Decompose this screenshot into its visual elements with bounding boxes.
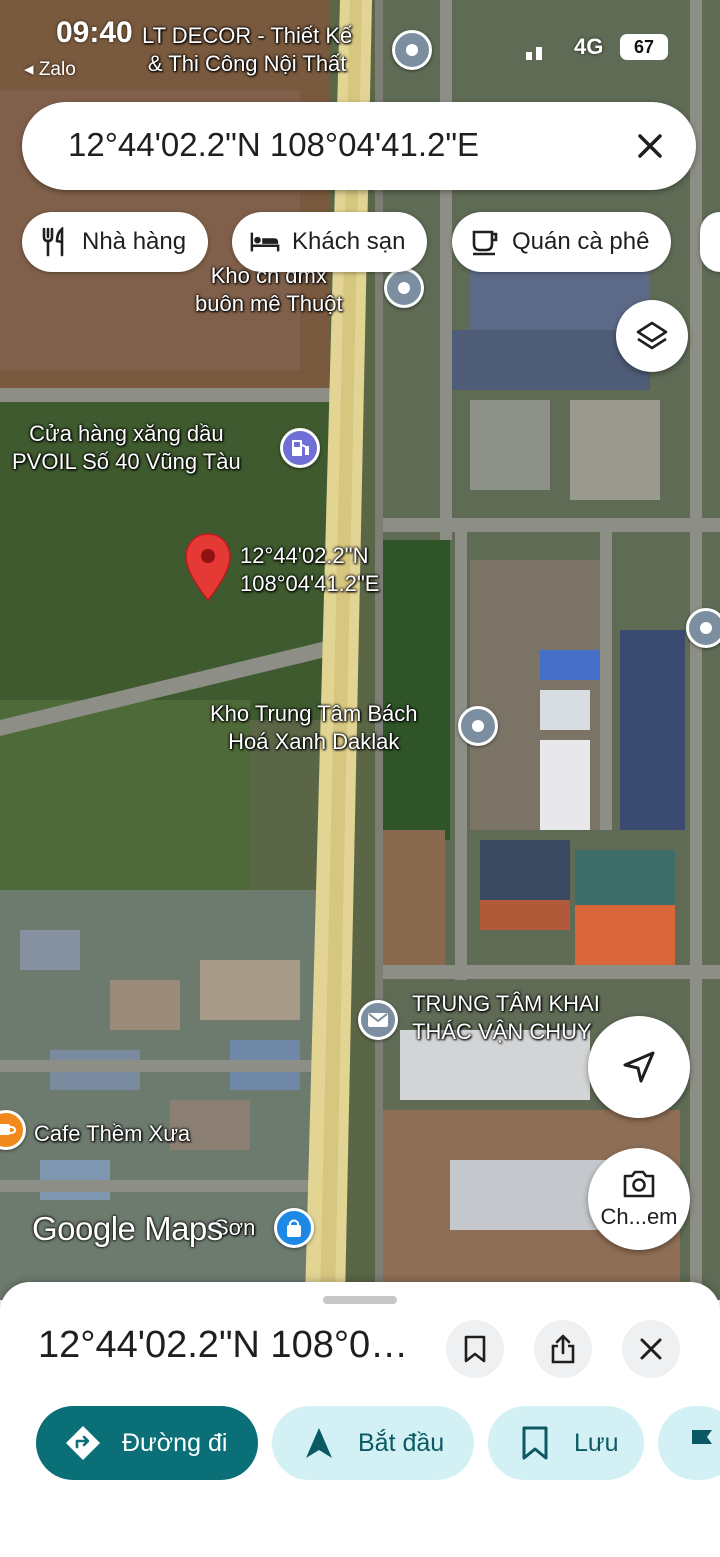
sheet-drag-handle[interactable] [323, 1296, 397, 1304]
coffee-cup-icon [0, 1124, 16, 1135]
pin-dot-icon [398, 282, 410, 294]
poi-label-bhx[interactable]: Kho Trung Tâm Bách Hoá Xanh Daklak [210, 700, 418, 756]
back-to-app-link[interactable]: ◂ Zalo [24, 58, 76, 81]
poi-marker-gas-station[interactable] [280, 428, 320, 468]
pin-dot-icon [472, 720, 484, 732]
share-icon [551, 1334, 575, 1364]
pin-dot-icon [700, 622, 712, 634]
directions-icon [64, 1424, 102, 1462]
poi-label-pvoil[interactable]: Cửa hàng xăng dầu PVOIL Số 40 Vũng Tàu [12, 420, 241, 476]
poi-label-post[interactable]: TRUNG TÂM KHAI THÁC VẬN CHUY [412, 990, 600, 1046]
hotel-icon [250, 227, 280, 257]
gas-station-icon [292, 440, 309, 456]
signal-icon [526, 47, 542, 60]
close-icon [638, 134, 662, 158]
more-actions-button[interactable] [658, 1406, 720, 1480]
bookmark-icon [516, 1424, 554, 1462]
poi-marker-son[interactable] [274, 1208, 314, 1248]
place-title: 12°44'02.2"N 108°04'41.2"E [38, 1324, 428, 1366]
clear-search-button[interactable] [624, 120, 676, 172]
save-button[interactable]: Lưu [488, 1406, 644, 1480]
layers-button[interactable] [616, 300, 688, 372]
start-button[interactable]: Bắt đầu [272, 1406, 474, 1480]
poi-marker-post[interactable] [358, 1000, 398, 1040]
poi-marker-bhx[interactable] [458, 706, 498, 746]
chip-label: Nhà hàng [82, 228, 187, 255]
pin-dot-icon [406, 44, 418, 56]
google-maps-logo: Google Maps [32, 1210, 223, 1247]
share-button[interactable] [534, 1320, 592, 1378]
navigation-arrow-icon [623, 1051, 655, 1083]
camera-icon [623, 1170, 655, 1198]
chip-more[interactable] [700, 212, 720, 272]
satellite-map[interactable]: 09:40 ◂ Zalo 4G 67 LT DECOR - Thiết Kế &… [0, 0, 720, 1300]
shopping-bag-icon [287, 1219, 301, 1237]
restaurant-icon [40, 227, 70, 257]
network-type: 4G [574, 34, 604, 59]
bookmark-icon [464, 1335, 486, 1363]
status-bar: 09:40 ◂ Zalo 4G 67 [0, 0, 720, 90]
dropped-pin-icon[interactable] [184, 532, 232, 602]
battery-indicator: 67 [620, 34, 668, 60]
poi-marker-dmx[interactable] [384, 268, 424, 308]
layers-icon [636, 321, 668, 350]
navigation-arrow-icon [300, 1424, 338, 1462]
camera-button-label: Ch...em [600, 1204, 678, 1229]
camera-search-button[interactable]: Ch...em [588, 1148, 690, 1250]
poi-label-decor[interactable]: LT DECOR - Thiết Kế & Thi Công Nội Thất [142, 22, 352, 78]
close-icon [640, 1338, 662, 1360]
my-location-button[interactable] [588, 1016, 690, 1118]
poi-marker-edge[interactable] [686, 608, 720, 648]
action-label: Lưu [574, 1428, 619, 1457]
flag-icon [686, 1424, 718, 1462]
chip-hotels[interactable]: Khách sạn [232, 212, 428, 272]
chip-coffee-shops[interactable]: Quán cà phê [452, 212, 672, 272]
poi-label-cafe[interactable]: Cafe Thềm Xưa [34, 1120, 190, 1148]
chip-restaurants[interactable]: Nhà hàng [22, 212, 209, 272]
place-bottom-sheet[interactable]: 12°44'02.2"N 108°04'41.2"E Đường đi [0, 1282, 720, 1557]
pin-coordinates-label: 12°44'02.2"N 108°04'41.2"E [240, 543, 380, 596]
action-label: Bắt đầu [358, 1428, 445, 1457]
search-query[interactable]: 12°44'02.2"N 108°04'41.2"E [68, 126, 479, 164]
mail-icon [368, 1013, 388, 1027]
action-label: Đường đi [122, 1428, 228, 1457]
save-icon-button[interactable] [446, 1320, 504, 1378]
coffee-icon [470, 227, 500, 257]
poi-marker-decor[interactable] [392, 30, 432, 70]
directions-button[interactable]: Đường đi [36, 1406, 258, 1480]
close-sheet-button[interactable] [622, 1320, 680, 1378]
search-box[interactable]: 12°44'02.2"N 108°04'41.2"E [22, 102, 696, 190]
chip-label: Khách sạn [292, 228, 406, 255]
status-time: 09:40 [56, 16, 133, 49]
chip-label: Quán cà phê [512, 228, 650, 255]
